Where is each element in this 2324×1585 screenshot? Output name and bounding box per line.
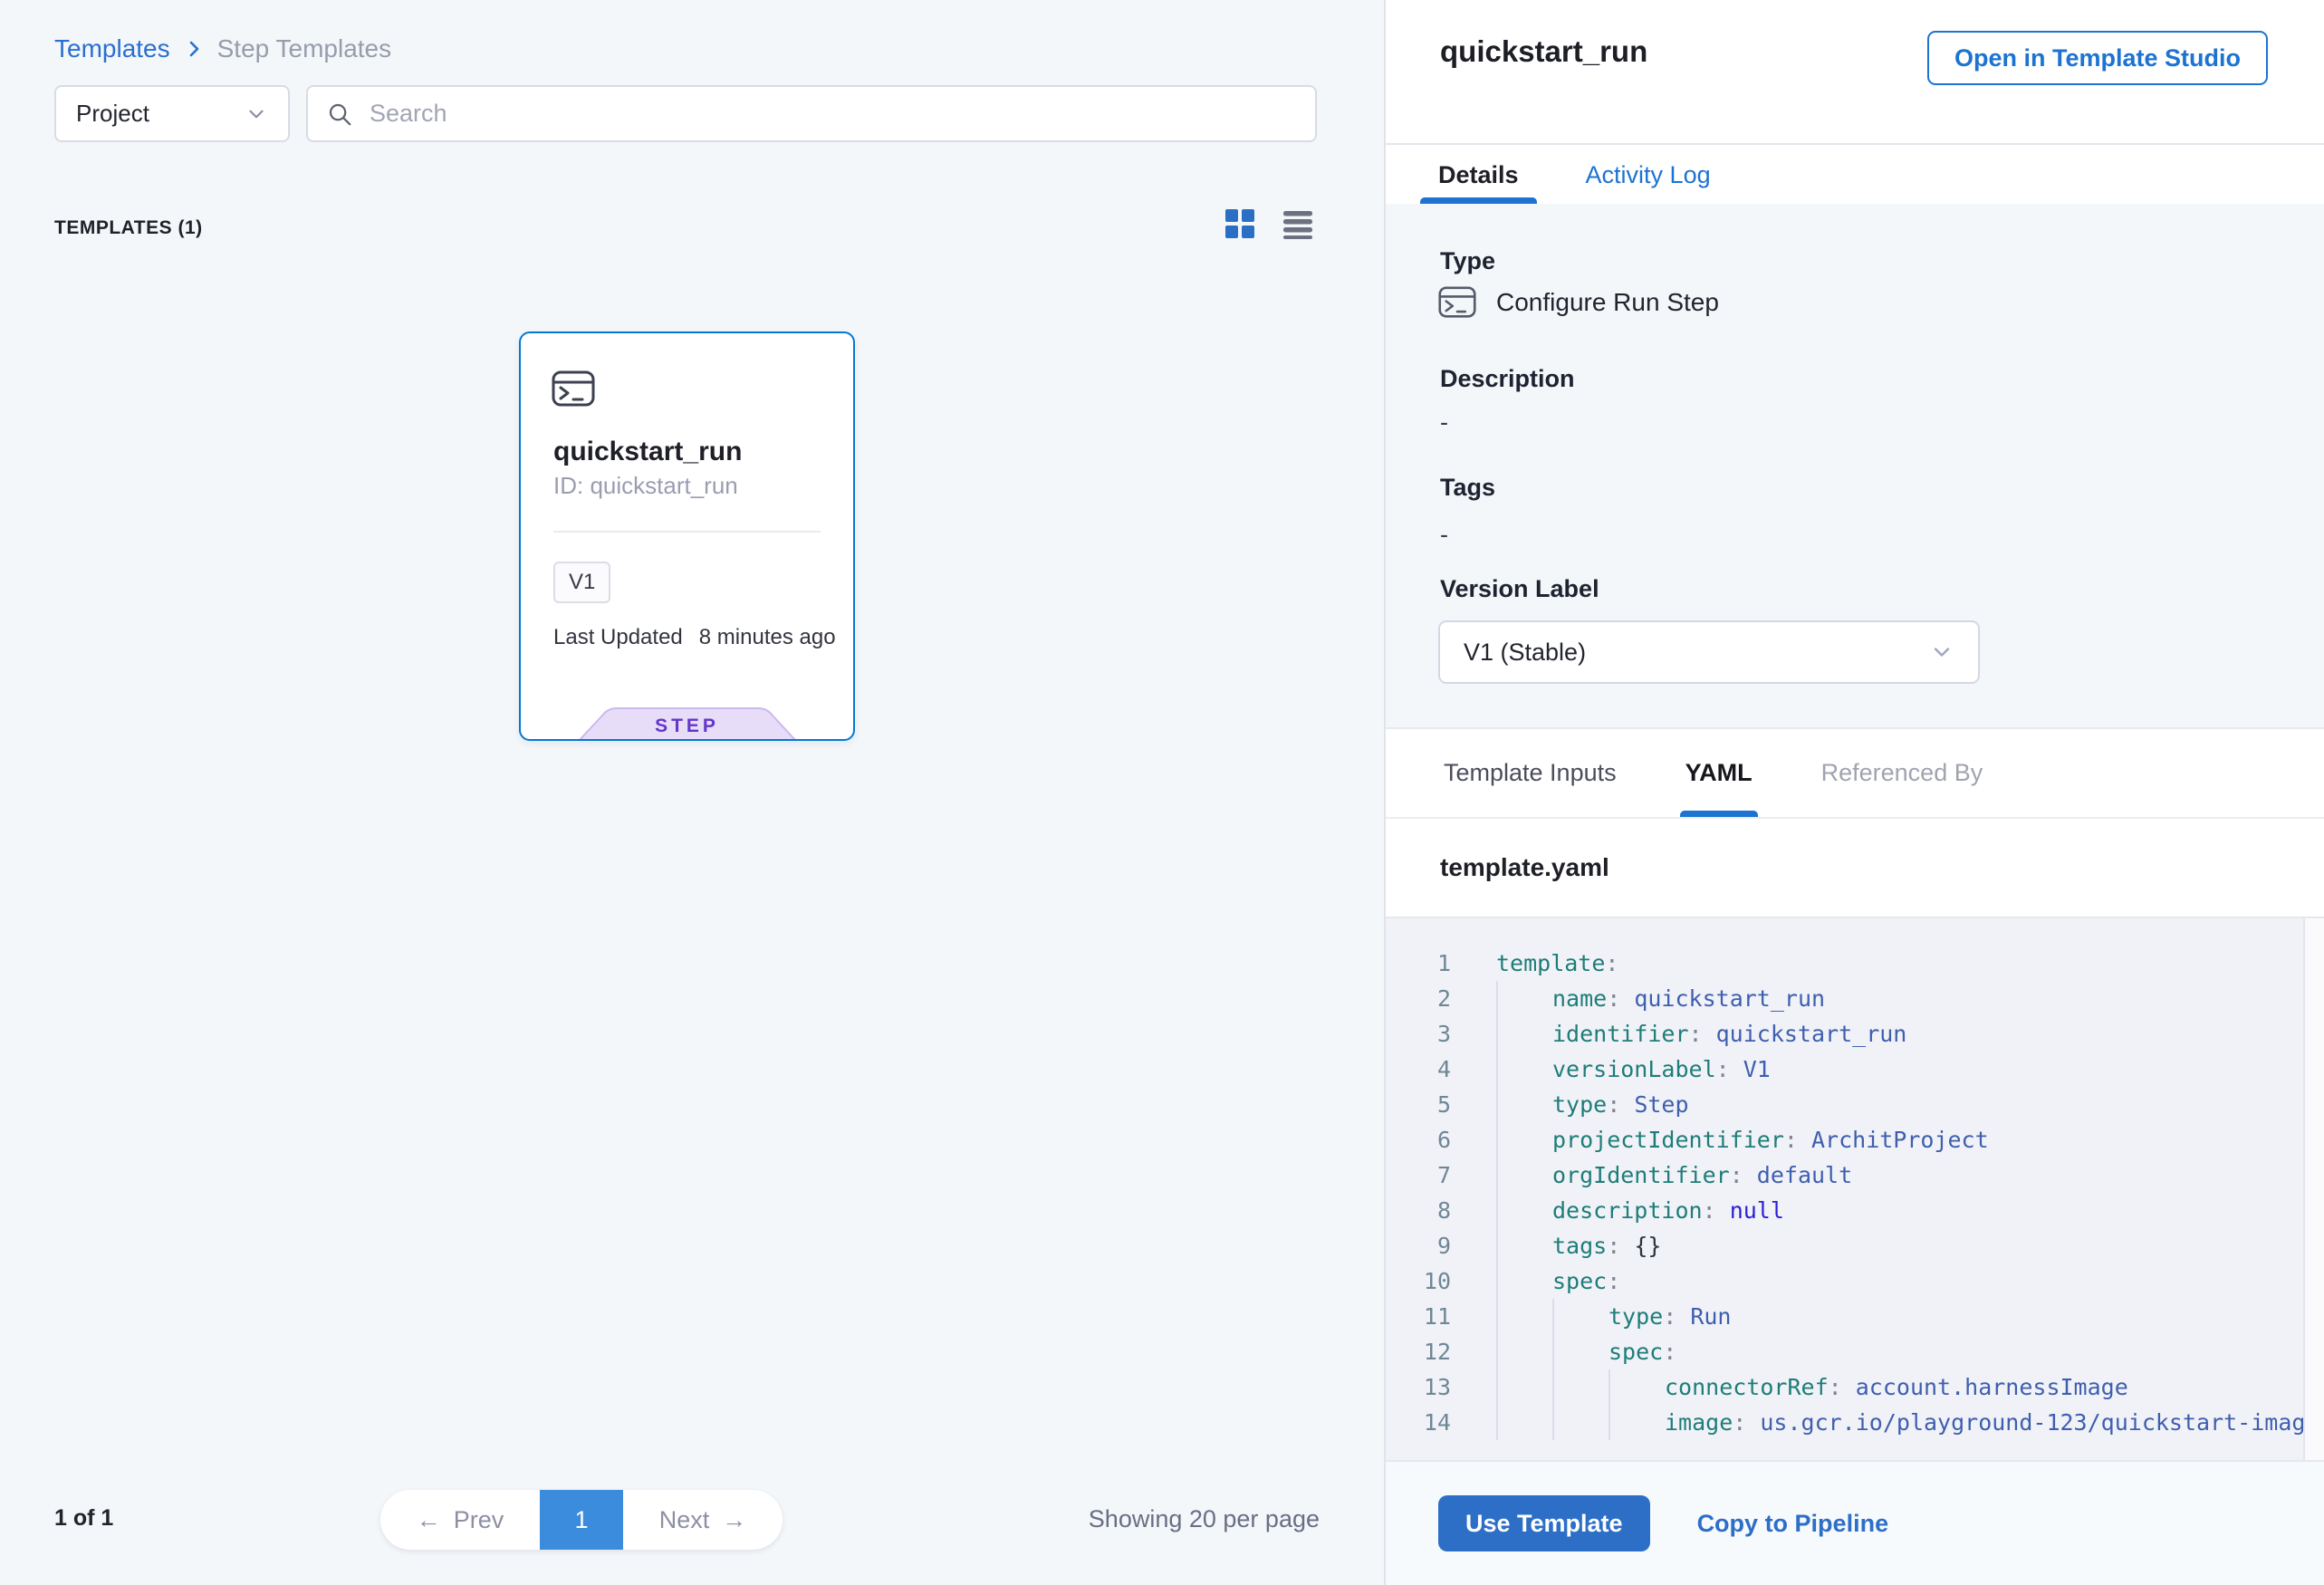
breadcrumb-templates-link[interactable]: Templates [54, 34, 170, 63]
prev-label: Prev [454, 1506, 504, 1534]
terminal-icon [552, 370, 595, 412]
card-divider [553, 531, 821, 533]
detail-subtabs: Template Inputs YAML Referenced By [1386, 727, 2324, 819]
per-page-info: Showing 20 per page [996, 1505, 1320, 1533]
grid-view-icon[interactable] [1224, 208, 1255, 239]
version-select[interactable]: V1 (Stable) [1438, 620, 1980, 684]
step-ribbon-label: STEP [579, 716, 796, 737]
breadcrumb-current: Step Templates [217, 34, 392, 63]
breadcrumb-chevron-icon [183, 38, 205, 60]
yaml-line: 9tags: {} [1386, 1228, 2324, 1263]
templates-page: Templates Step Templates Project TEMPLAT… [0, 0, 2324, 1585]
yaml-line: 14image: us.gcr.io/playground-123/quicks… [1386, 1405, 2324, 1440]
next-label: Next [659, 1506, 710, 1534]
description-label: Description [1440, 365, 1575, 393]
card-updated: Last Updated 8 minutes ago [553, 625, 836, 650]
panel-title: quickstart_run [1440, 34, 1647, 69]
search-input[interactable] [368, 99, 1297, 129]
tab-activity-log[interactable]: Activity Log [1568, 147, 1729, 204]
yaml-line: 13connectorRef: account.harnessImage [1386, 1369, 2324, 1405]
yaml-line: 3identifier: quickstart_run [1386, 1016, 2324, 1052]
yaml-line: 8description: null [1386, 1193, 2324, 1228]
card-id: ID: quickstart_run [553, 472, 738, 500]
card-title: quickstart_run [553, 437, 742, 467]
tab-yaml[interactable]: YAML [1680, 729, 1758, 817]
filter-bar: Project [54, 85, 1317, 142]
tab-yaml-label: YAML [1685, 759, 1753, 787]
yaml-file-name: template.yaml [1440, 853, 1609, 882]
active-tab-underline [1680, 811, 1758, 817]
arrow-right-icon: → [722, 1506, 746, 1534]
active-tab-underline [1420, 197, 1537, 204]
breadcrumb: Templates Step Templates [54, 34, 391, 63]
details-body: Type Configure Run Step Description - Ta… [1386, 204, 2324, 727]
panel-footer: Use Template Copy to Pipeline [1386, 1460, 2324, 1585]
tab-details-label: Details [1438, 161, 1519, 189]
yaml-line: 11type: Run [1386, 1299, 2324, 1334]
yaml-file-header: template.yaml [1386, 819, 2324, 918]
updated-value: 8 minutes ago [699, 625, 836, 650]
tags-label: Tags [1440, 474, 1495, 502]
version-label: Version Label [1440, 575, 1599, 603]
step-ribbon: STEP [579, 707, 796, 741]
chevron-down-icon [245, 102, 268, 126]
pagination-summary: 1 of 1 [54, 1505, 113, 1532]
version-select-value: V1 (Stable) [1464, 639, 1586, 667]
terminal-icon [1438, 285, 1476, 319]
template-card[interactable]: quickstart_run ID: quickstart_run V1 Las… [519, 331, 855, 741]
list-view-icon[interactable] [1282, 208, 1313, 239]
templates-count-header: TEMPLATES (1) [54, 217, 203, 239]
yaml-line: 12spec: [1386, 1334, 2324, 1369]
tab-details[interactable]: Details [1420, 147, 1537, 204]
version-badge: V1 [553, 562, 610, 603]
template-details-panel: quickstart_run Open in Template Studio D… [1384, 0, 2324, 1585]
description-value: - [1440, 408, 1448, 437]
type-value-row: Configure Run Step [1438, 285, 1719, 319]
yaml-scrollbar[interactable] [2303, 918, 2324, 1460]
next-page-button[interactable]: Next → [623, 1490, 783, 1550]
view-toggles [1224, 208, 1313, 239]
panel-tabs: Details Activity Log [1386, 147, 2324, 204]
tags-value: - [1440, 521, 1448, 549]
panel-header: quickstart_run Open in Template Studio [1386, 0, 2324, 145]
tab-referenced-by[interactable]: Referenced By [1816, 729, 1989, 817]
use-template-button[interactable]: Use Template [1438, 1495, 1650, 1551]
yaml-code: 1template:2name: quickstart_run3identifi… [1386, 918, 2324, 1440]
yaml-line: 7orgIdentifier: default [1386, 1158, 2324, 1193]
type-value: Configure Run Step [1496, 288, 1719, 317]
yaml-editor: 1template:2name: quickstart_run3identifi… [1386, 918, 2324, 1460]
yaml-line: 2name: quickstart_run [1386, 981, 2324, 1016]
search-icon [326, 101, 353, 128]
scope-select[interactable]: Project [54, 85, 290, 142]
tab-template-inputs[interactable]: Template Inputs [1438, 729, 1622, 817]
yaml-line: 6projectIdentifier: ArchitProject [1386, 1122, 2324, 1158]
type-label: Type [1440, 247, 1495, 275]
yaml-line: 10spec: [1386, 1263, 2324, 1299]
copy-to-pipeline-link[interactable]: Copy to Pipeline [1697, 1510, 1889, 1538]
search-box [306, 85, 1317, 142]
yaml-line: 5type: Step [1386, 1087, 2324, 1122]
arrow-left-icon: ← [417, 1506, 441, 1534]
chevron-down-icon [1929, 639, 1954, 665]
prev-page-button[interactable]: ← Prev [380, 1490, 540, 1550]
yaml-line: 4versionLabel: V1 [1386, 1052, 2324, 1087]
pagination: ← Prev 1 Next → [380, 1490, 783, 1550]
scope-select-value: Project [76, 100, 149, 128]
yaml-line: 1template: [1386, 946, 2324, 981]
page-1-button[interactable]: 1 [540, 1490, 623, 1550]
template-list-panel: Templates Step Templates Project TEMPLAT… [0, 0, 1384, 1585]
updated-label: Last Updated [553, 625, 683, 650]
open-in-template-studio-button[interactable]: Open in Template Studio [1927, 31, 2268, 85]
